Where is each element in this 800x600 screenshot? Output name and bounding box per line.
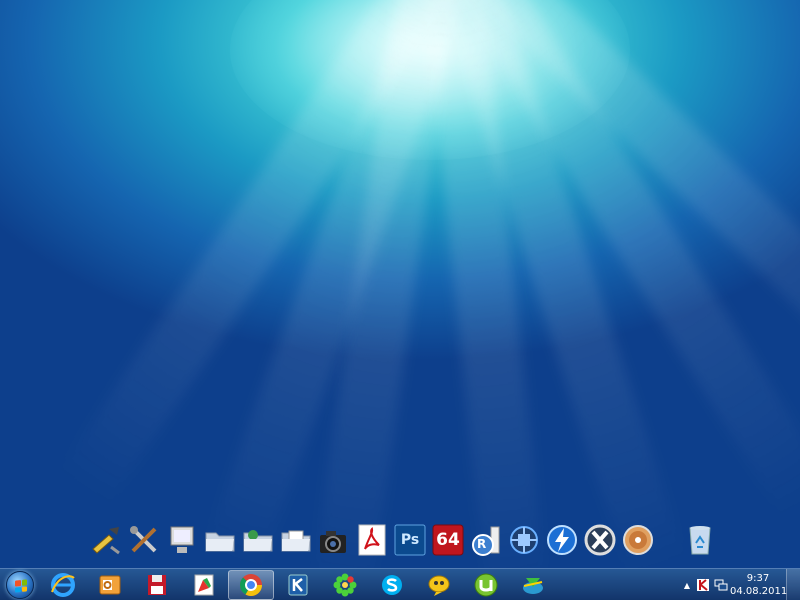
recycle-bin-icon[interactable] [682,520,718,560]
camera-icon[interactable] [316,520,352,560]
taskbar-outlook[interactable] [87,570,133,600]
computer-icon[interactable] [164,520,200,560]
taskbar-internet-explorer[interactable] [40,570,86,600]
taskbar-paint[interactable] [181,570,227,600]
show-hidden-icons-arrow[interactable]: ▲ [680,581,694,590]
show-desktop-button[interactable] [786,569,800,600]
photoshop-icon[interactable]: Ps [392,520,428,560]
kaspersky-icon [288,574,308,595]
download-manager-icon [523,577,543,594]
system-tray: ▲ 9:37 04.08.2011 [680,569,800,600]
taskbar-save-disk[interactable] [134,570,180,600]
taskbar-qip[interactable] [416,570,462,600]
taskbar-icq[interactable] [322,570,368,600]
chrome-icon [240,573,262,596]
aida64-icon[interactable]: 64 [430,520,466,560]
x-app-icon[interactable] [582,520,618,560]
start-button[interactable] [0,569,40,600]
tools-icon[interactable] [126,520,162,560]
internet-explorer-icon [51,572,75,597]
save-disk-icon [148,574,166,595]
registry-icon[interactable]: R [468,520,504,560]
utorrent-icon [474,573,498,596]
kaspersky-tray-icon[interactable] [694,576,712,594]
outlook-icon [99,575,121,594]
documents-folder-icon[interactable] [278,520,314,560]
aida64-label: 64 [436,530,460,550]
paint-icon [194,574,214,595]
qip-icon [428,575,450,596]
network-folder-icon[interactable] [240,520,276,560]
taskbar-utorrent[interactable] [463,570,509,600]
network-tray-icon[interactable] [712,576,730,594]
taskbar: ▲ 9:37 04.08.2011 [0,568,800,600]
skype-icon [382,574,402,595]
desktop-wallpaper: Ps 64 R [0,0,800,568]
clock-date: 04.08.2011 [730,586,788,597]
taskbar-kaspersky[interactable] [275,570,321,600]
taskbar-chrome[interactable] [228,569,274,600]
registry-label: R [477,537,487,551]
clock[interactable]: 9:37 04.08.2011 [730,572,788,598]
system-tools-icon[interactable] [88,520,124,560]
daemon-tools-icon[interactable] [544,520,580,560]
start-orb-icon [6,570,34,599]
folder-icon[interactable] [202,520,238,560]
dock-bar: Ps 64 R [88,514,718,560]
acrobat-reader-icon[interactable] [354,520,390,560]
taskbar-download-manager[interactable] [510,570,556,600]
clock-time: 9:37 [746,573,770,584]
icq-icon [333,573,357,596]
photoshop-label: Ps [400,532,420,548]
taskbar-skype[interactable] [369,570,415,600]
disc-icon[interactable] [620,520,656,560]
cpu-icon[interactable] [506,520,542,560]
